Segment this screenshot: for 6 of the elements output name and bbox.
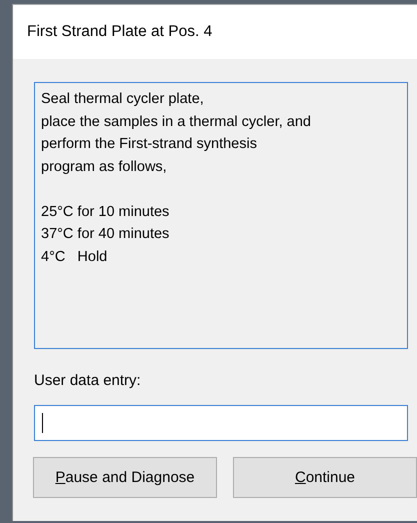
- instruction-text: Seal thermal cycler plate, place the samples in a thermal cycler, and perform the First-strand synthesis program as follows, 25°C for 10 minutes 37°C for 40 minutes 4°C Hold: [34, 82, 408, 349]
- input-field[interactable]: [34, 405, 408, 441]
- continue-button[interactable]: Continue: [233, 457, 417, 498]
- pause-button[interactable]: Pause and Diagnose: [33, 457, 217, 498]
- entry-label: User data entry:: [34, 372, 141, 389]
- window-title: First Strand Plate at Pos. 4: [27, 23, 212, 41]
